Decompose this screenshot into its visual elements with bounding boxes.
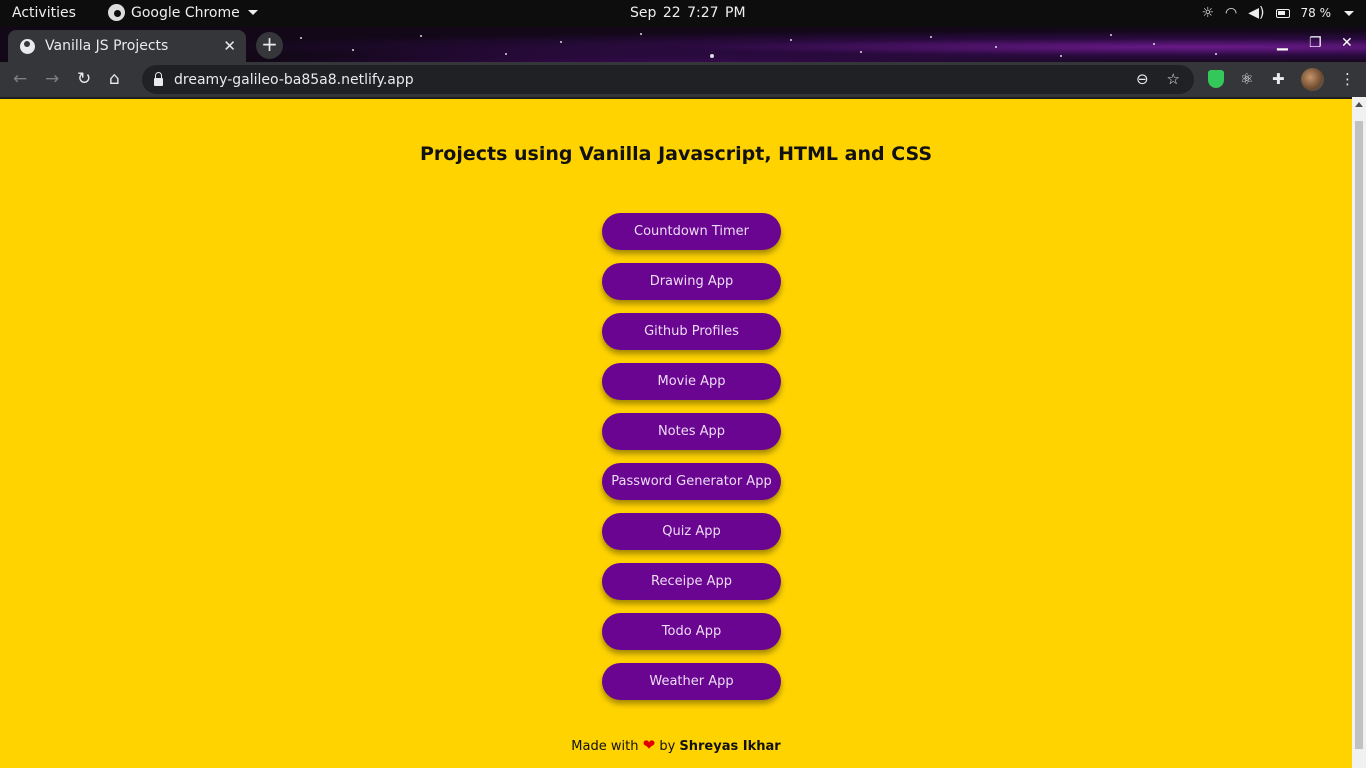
- url-text[interactable]: dreamy-galileo-ba85a8.netlify.app: [174, 72, 414, 88]
- project-button-movie-app[interactable]: Movie App: [602, 363, 781, 400]
- project-button-todo-app[interactable]: Todo App: [602, 613, 781, 650]
- project-button-notes-app[interactable]: Notes App: [602, 413, 781, 450]
- tab-strip: Vanilla JS Projects ✕ + ▁ ❐ ✕: [0, 27, 1366, 62]
- page-title: Projects using Vanilla Javascript, HTML …: [419, 143, 933, 165]
- tab-vanilla-js-projects[interactable]: Vanilla JS Projects ✕: [8, 30, 246, 62]
- chrome-icon: [108, 4, 125, 21]
- night-light-icon: ☼: [1201, 5, 1215, 21]
- restore-icon[interactable]: ❐: [1309, 35, 1322, 51]
- kebab-menu-icon[interactable]: ⋮: [1340, 70, 1355, 88]
- date: Sep 22: [630, 5, 681, 21]
- page-viewport: Projects using Vanilla Javascript, HTML …: [0, 97, 1352, 768]
- battery-icon: [1275, 8, 1290, 18]
- address-bar[interactable]: dreamy-galileo-ba85a8.netlify.app ⊖ ☆: [142, 65, 1194, 94]
- reload-icon[interactable]: ↻: [77, 69, 91, 89]
- wifi-icon: ◠: [1225, 5, 1238, 21]
- os-top-bar: Activities Google Chrome Sep 22 7:27 PM …: [0, 0, 1366, 27]
- project-button-drawing-app[interactable]: Drawing App: [602, 263, 781, 300]
- project-list: Countdown Timer Drawing App Github Profi…: [602, 213, 781, 713]
- browser-toolbar: ← → ↻ ⌂ dreamy-galileo-ba85a8.netlify.ap…: [0, 62, 1366, 97]
- footer-prefix: Made with: [571, 739, 639, 754]
- forward-icon[interactable]: →: [45, 69, 59, 89]
- heart-icon: ❤: [642, 736, 656, 754]
- system-tray[interactable]: ☼ ◠ ◀) 78 %: [1201, 4, 1354, 22]
- profile-avatar[interactable]: [1301, 68, 1324, 91]
- new-tab-button[interactable]: +: [256, 32, 283, 59]
- footer: Made with ❤ by Shreyas Ikhar: [0, 736, 1352, 754]
- globe-icon: [20, 38, 35, 54]
- project-button-password-generator-app[interactable]: Password Generator App: [602, 463, 781, 500]
- clock[interactable]: Sep 22 7:27 PM: [630, 5, 746, 21]
- extensions-puzzle-icon[interactable]: ✚: [1272, 70, 1285, 88]
- tab-title: Vanilla JS Projects: [45, 38, 169, 54]
- volume-icon: ◀): [1248, 5, 1265, 21]
- zoom-icon[interactable]: ⊖: [1136, 70, 1149, 88]
- project-button-countdown-timer[interactable]: Countdown Timer: [602, 213, 781, 250]
- back-icon[interactable]: ←: [13, 69, 27, 89]
- vertical-scrollbar[interactable]: [1352, 97, 1366, 768]
- time: 7:27 PM: [687, 5, 746, 21]
- react-devtools-icon[interactable]: ⚛: [1240, 70, 1253, 88]
- project-button-quiz-app[interactable]: Quiz App: [602, 513, 781, 550]
- app-menu[interactable]: Google Chrome: [108, 4, 258, 21]
- scrollbar-thumb[interactable]: [1355, 121, 1363, 749]
- close-tab-icon[interactable]: ✕: [223, 37, 236, 55]
- scroll-up-icon[interactable]: [1355, 102, 1363, 107]
- activities-button[interactable]: Activities: [12, 5, 76, 21]
- app-name: Google Chrome: [131, 4, 240, 21]
- bookmark-star-icon[interactable]: ☆: [1167, 70, 1180, 88]
- chevron-down-icon: [1344, 10, 1354, 16]
- battery-level: 78 %: [1300, 6, 1332, 20]
- shield-extension-icon[interactable]: [1208, 70, 1224, 88]
- footer-by: by: [659, 739, 676, 754]
- close-window-icon[interactable]: ✕: [1341, 35, 1353, 51]
- project-button-receipe-app[interactable]: Receipe App: [602, 563, 781, 600]
- project-button-weather-app[interactable]: Weather App: [602, 663, 781, 700]
- home-icon[interactable]: ⌂: [109, 69, 120, 89]
- footer-author: Shreyas Ikhar: [679, 739, 781, 754]
- lock-icon[interactable]: [154, 71, 163, 86]
- minimize-icon[interactable]: ▁: [1277, 35, 1288, 51]
- chevron-down-icon: [247, 10, 258, 15]
- project-button-github-profiles[interactable]: Github Profiles: [602, 313, 781, 350]
